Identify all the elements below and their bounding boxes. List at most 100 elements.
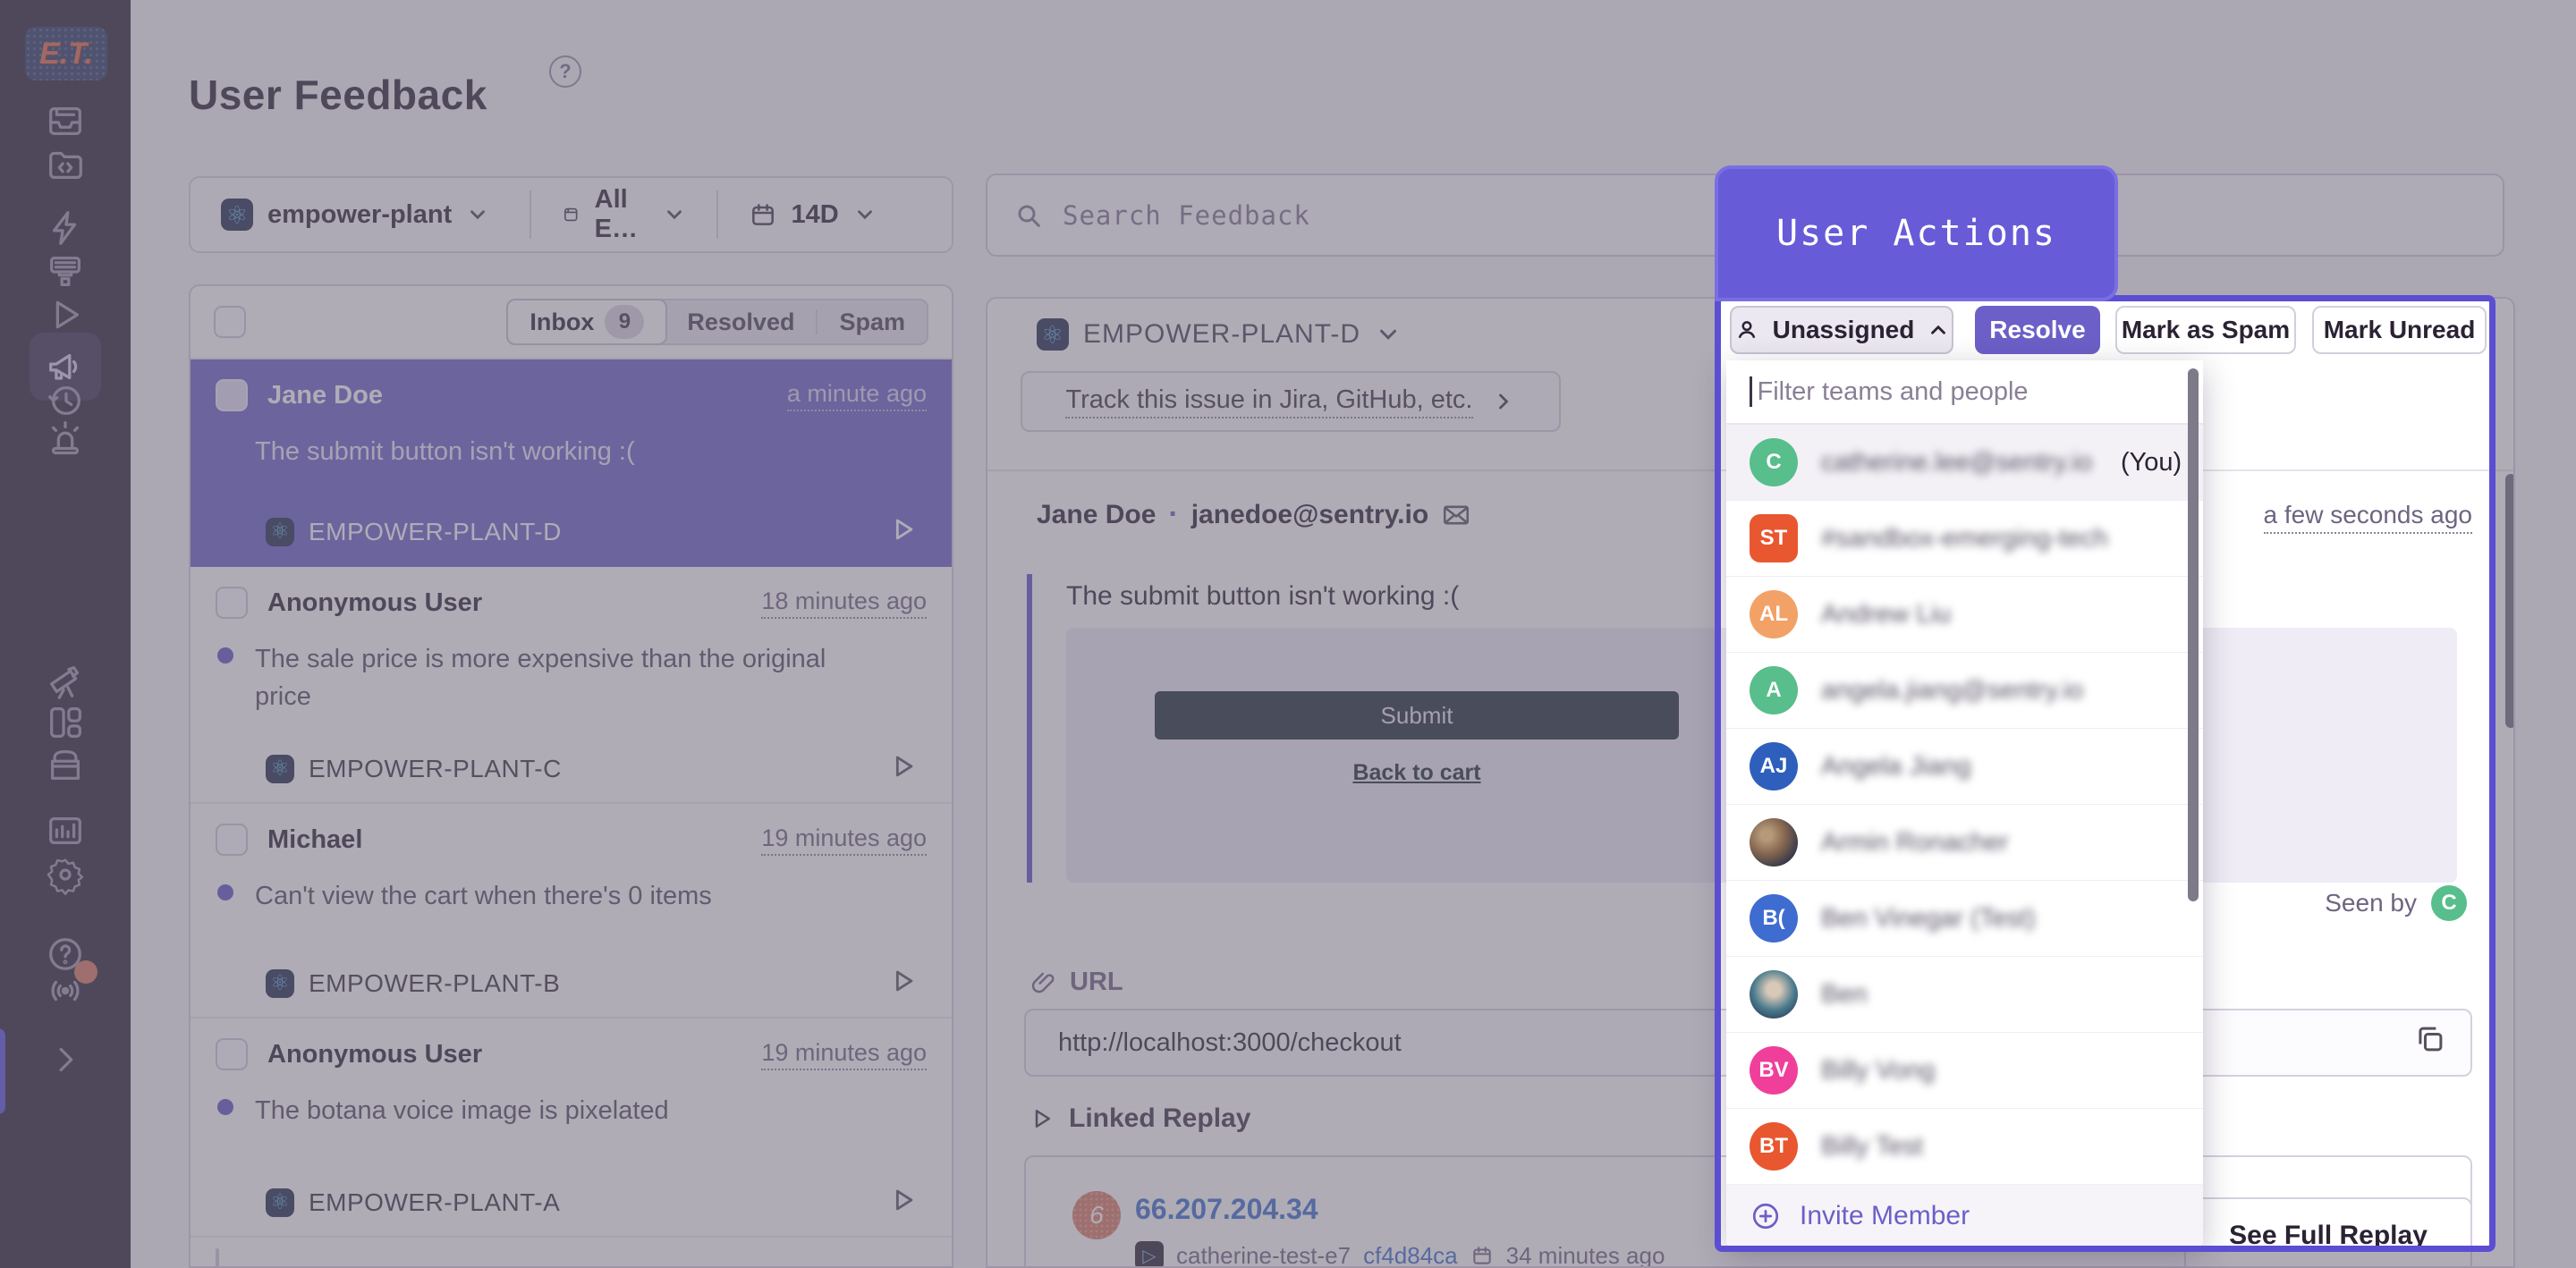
member-photo-avatar [1750,970,1798,1019]
track-issue-button[interactable]: Track this issue in Jira, GitHub, etc. [1021,371,1561,432]
help-circle-icon[interactable]: ? [549,55,581,88]
assignee-option[interactable]: A angela.jiang@sentry.io [1726,653,2203,729]
resolve-button[interactable]: Resolve [1975,306,2100,354]
replay-session-hash[interactable]: cf4d84ca [1363,1242,1458,1268]
replay-ip-link[interactable]: 66.207.204.34 [1135,1193,1318,1226]
seen-by-avatar: C [2431,885,2467,921]
select-all-checkbox[interactable] [214,306,246,338]
linked-replay-section-label[interactable]: Linked Replay [1028,1103,1250,1134]
member-avatar: BV [1750,1046,1798,1095]
feedback-timestamp: 19 minutes ago [761,824,927,856]
replay-play-icon[interactable] [887,514,918,549]
item-checkbox[interactable] [216,824,248,856]
embedded-back-link: Back to cart [1155,760,1679,786]
message-quote-bar [1027,574,1032,883]
url-value: http://localhost:3000/checkout [1058,1028,1402,1058]
author-email: janedoe@sentry.io [1191,500,1428,530]
item-checkbox[interactable] [216,587,248,619]
project-name: EMPOWER-PLANT-A [309,1188,560,1217]
member-avatar: B( [1750,894,1798,943]
feedback-author: Jane Doe [267,381,383,410]
see-full-replay-button[interactable]: See Full Replay [2184,1197,2472,1268]
project-selector[interactable]: ⚛ empower-plant [191,178,530,251]
member-name-redacted: Andrew Liu [1821,600,1951,630]
item-checkbox[interactable] [216,379,248,411]
feedback-timestamp: 19 minutes ago [761,1039,927,1070]
environment-selector-label: All E… [595,185,648,244]
assignee-option[interactable]: C catherine.lee@sentry.io (You) [1726,425,2203,501]
replay-play-icon[interactable] [887,966,918,1001]
replay-play-icon[interactable] [887,1185,918,1220]
sidebar-item-broadcast-icon[interactable] [40,966,90,1016]
copy-icon[interactable] [2413,1022,2447,1063]
assignee-option[interactable]: BV Billy Vong [1726,1033,2203,1109]
member-name-redacted: Billy Test [1821,1132,1923,1162]
item-checkbox[interactable] [216,1248,219,1267]
search-icon [1014,201,1043,230]
mark-as-spam-button[interactable]: Mark as Spam [2115,306,2296,354]
inbox-count-badge: 9 [605,305,644,339]
detail-message: The submit button isn't working :( [1066,581,1459,612]
unread-dot [217,647,233,664]
tab-resolved[interactable]: Resolved [665,300,816,343]
assignee-filter-input[interactable]: Filter teams and people [1726,360,2203,425]
dot-separator: · [1168,497,1178,532]
assignee-option[interactable]: AL Andrew Liu [1726,577,2203,653]
paperclip-icon [1030,969,1057,996]
assignee-option[interactable]: ST #sandbox-emerging-tech [1726,501,2203,577]
embedded-submit-button: Submit [1155,691,1679,740]
org-logo[interactable]: E.T. [25,27,107,80]
project-name: EMPOWER-PLANT-B [309,969,560,998]
received-timestamp[interactable]: a few seconds ago [2264,501,2473,534]
sidebar-item-collect-icon[interactable] [40,246,90,296]
detail-scrollbar[interactable] [2505,474,2515,728]
sidebar-item-stats-icon[interactable] [40,806,90,856]
text-caret [1750,376,1752,407]
seen-by-row: Seen by C [2325,885,2467,921]
feedback-timestamp: a minute ago [787,380,927,411]
invite-member-row[interactable]: Invite Member [1726,1185,2203,1247]
member-avatar: ST [1750,514,1798,562]
sidebar-item-insights-icon[interactable] [40,740,90,790]
sidebar-item-expand-icon[interactable] [40,1035,90,1085]
feedback-list-item[interactable]: Anonymous User 19 minutes ago The botana… [191,1019,952,1238]
environment-icon [562,200,580,229]
feedback-list-item[interactable]: Michael 19 minutes ago Can't view the ca… [191,804,952,1019]
replay-play-icon[interactable] [887,751,918,786]
assignee-dropdown: Filter teams and people C catherine.lee@… [1726,360,2203,1247]
detail-project-selector[interactable]: ⚛ EMPOWER-PLANT-D [1037,318,1402,351]
project-name: EMPOWER-PLANT-C [309,755,562,783]
app-window: E.T. User Feedback ? ⚛ empower-plant All… [0,0,2576,1268]
person-icon [1733,317,1760,343]
sidebar-item-alerts-icon[interactable] [40,412,90,462]
assignee-option[interactable]: Armin Ronacher [1726,805,2203,881]
assignee-option[interactable]: B( Ben Vinegar (Test) [1726,881,2203,957]
chevron-down-icon [466,203,489,226]
tab-inbox[interactable]: Inbox 9 [506,299,667,345]
org-logo-text: E.T. [39,37,93,72]
sidebar-item-projects-icon[interactable] [40,139,90,189]
url-section-label: URL [1030,968,1123,997]
assignee-option[interactable]: AJ Angela Jiang [1726,729,2203,805]
assignee-option[interactable]: Ben [1726,957,2203,1033]
sidebar: E.T. [0,0,131,1268]
feedback-message: Can't view the cart when there's 0 items [255,877,712,915]
tab-spam[interactable]: Spam [818,300,927,343]
mark-unread-button[interactable]: Mark Unread [2312,306,2487,354]
member-name-redacted: #sandbox-emerging-tech [1821,524,2108,554]
member-name-redacted: Ben Vinegar (Test) [1821,904,2036,934]
assignee-dropdown-button[interactable]: Unassigned [1730,306,1953,354]
date-range-selector[interactable]: 14D [718,178,952,251]
item-checkbox[interactable] [216,1038,248,1070]
mailbox-tabs: Inbox 9 Resolved Spam [506,299,928,345]
chevron-down-icon [853,203,877,226]
environment-selector[interactable]: All E… [531,178,716,251]
member-photo-avatar [1750,818,1798,866]
feedback-list-item[interactable]: Anonymous User 18 minutes ago The sale p… [191,567,952,804]
feedback-list-item[interactable]: Jane Doe a minute ago The submit button … [191,359,952,567]
feedback-list-item-partial[interactable] [191,1238,952,1268]
sidebar-item-settings-icon[interactable] [40,850,90,900]
feedback-author: Michael [267,825,362,855]
assignee-option[interactable]: BT Billy Test [1726,1109,2203,1185]
dropdown-scrollbar[interactable] [2188,368,2199,901]
